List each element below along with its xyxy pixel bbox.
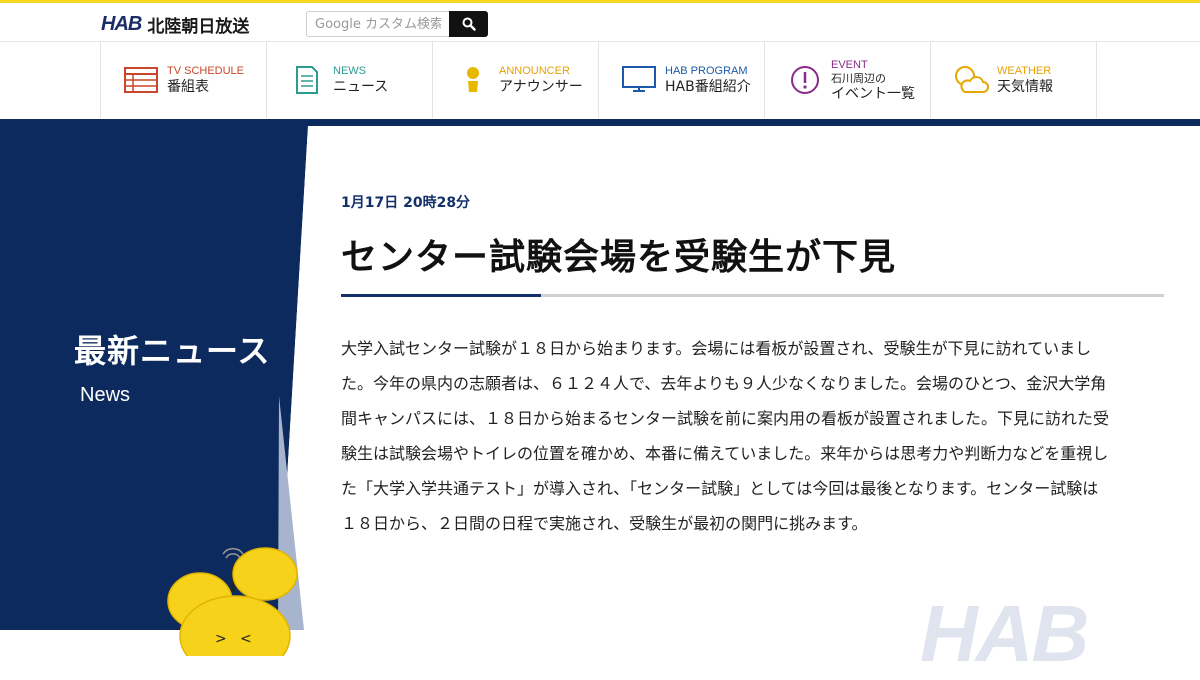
hab-watermark: HAB <box>920 589 1089 678</box>
exclamation-circle-icon <box>787 65 823 95</box>
nav-ja-label: 番組表 <box>167 78 209 95</box>
nav-en-label: WEATHER <box>997 64 1052 77</box>
article-date: 1月17日 20時28分 <box>341 195 471 211</box>
sun-cloud-icon <box>953 65 989 95</box>
nav-ja-label: アナウンサー <box>499 78 583 95</box>
sidebar-banner: 最新ニュース News > < <box>0 126 310 656</box>
document-icon <box>289 65 325 95</box>
nav-ja-label: 天気情報 <box>997 78 1053 95</box>
svg-text:<: < <box>240 631 252 647</box>
person-icon <box>455 65 491 95</box>
nav-ja-label: HAB番組紹介 <box>665 78 751 95</box>
logo-name: 北陸朝日放送 <box>147 17 250 37</box>
nav-bottom-bar <box>0 119 1200 126</box>
svg-text:>: > <box>215 631 227 647</box>
title-divider-accent <box>341 294 541 297</box>
logo-mark: HAB <box>101 13 142 35</box>
nav-item-tv-schedule[interactable]: TV SCHEDULE 番組表 <box>101 42 267 118</box>
search-form <box>306 11 488 37</box>
nav-ja-label-line2: イベント一覧 <box>831 85 915 102</box>
search-input[interactable] <box>306 11 449 37</box>
article-title: センター試験会場を受験生が下見 <box>341 237 897 278</box>
nav-item-announcer[interactable]: ANNOUNCER アナウンサー <box>433 42 599 118</box>
schedule-grid-icon <box>123 65 159 95</box>
sidebar-subtitle: News <box>80 384 131 406</box>
nav-en-label: TV SCHEDULE <box>167 64 245 77</box>
sidebar-title: 最新ニュース <box>74 332 271 370</box>
nav-ja-label-line1: 石川周辺の <box>831 71 886 85</box>
nav-item-weather[interactable]: WEATHER 天気情報 <box>931 42 1097 118</box>
nav-en-label: EVENT <box>831 58 868 71</box>
search-icon <box>462 17 476 31</box>
site-header: HAB 北陸朝日放送 <box>0 3 1200 41</box>
nav-item-hab-program[interactable]: HAB PROGRAM HAB番組紹介 <box>599 42 765 118</box>
nav-item-event[interactable]: EVENT 石川周辺の イベント一覧 <box>765 42 931 118</box>
nav-ja-label: ニュース <box>333 78 389 95</box>
search-button[interactable] <box>449 11 488 37</box>
nav-en-label: ANNOUNCER <box>499 64 570 77</box>
article-body: 大学入試センター試験が１８日から始まります。会場には看板が設置され、受験生が下見… <box>341 339 1110 533</box>
site-logo[interactable]: HAB 北陸朝日放送 <box>101 12 249 37</box>
nav-en-label: HAB PROGRAM <box>665 64 748 77</box>
nav-en-label: NEWS <box>333 64 366 77</box>
global-nav: TV SCHEDULE 番組表 NEWS ニュース ANNOUNCER アナウン… <box>0 41 1200 119</box>
monitor-icon <box>621 65 657 95</box>
mascot-character: > < <box>167 547 298 656</box>
nav-item-news[interactable]: NEWS ニュース <box>267 42 433 118</box>
